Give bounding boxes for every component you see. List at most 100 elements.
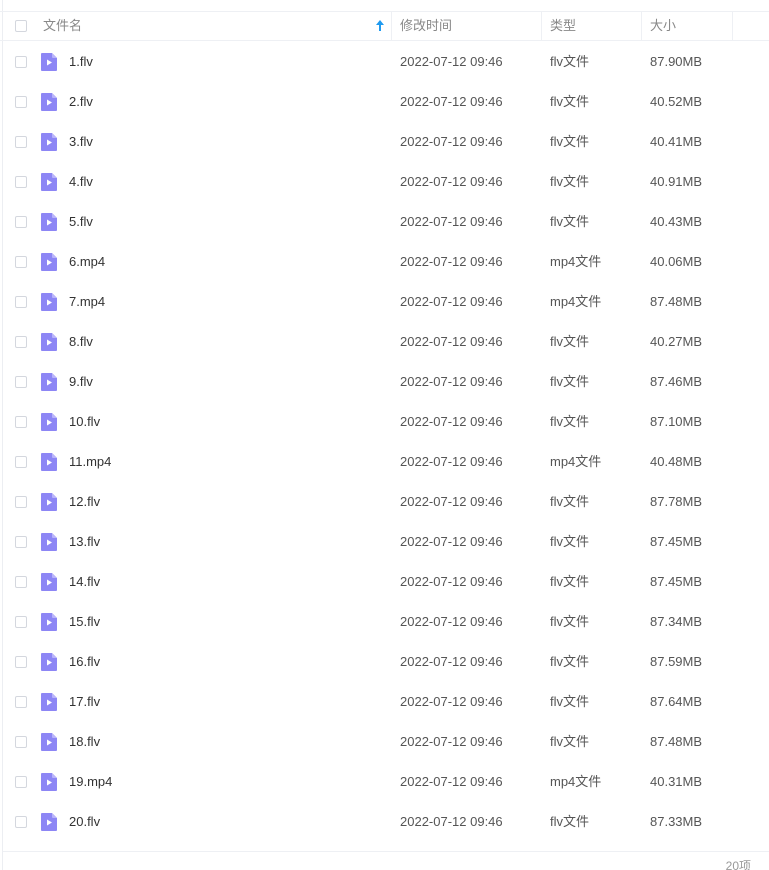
file-name[interactable]: 4.flv bbox=[69, 162, 93, 202]
column-header-modified[interactable]: 修改时间 bbox=[400, 12, 540, 40]
table-row[interactable]: 9.flv 2022-07-12 09:46 flv文件 87.46MB bbox=[0, 362, 769, 402]
column-divider[interactable] bbox=[391, 12, 392, 40]
file-name[interactable]: 1.flv bbox=[69, 42, 93, 82]
table-row[interactable]: 16.flv 2022-07-12 09:46 flv文件 87.59MB bbox=[0, 642, 769, 682]
file-type: mp4文件 bbox=[550, 454, 602, 469]
table-row[interactable]: 1.flv 2022-07-12 09:46 flv文件 87.90MB bbox=[0, 42, 769, 82]
row-checkbox[interactable] bbox=[15, 536, 27, 548]
file-type: flv文件 bbox=[550, 734, 590, 749]
file-size: 87.90MB bbox=[650, 54, 703, 69]
row-checkbox[interactable] bbox=[15, 576, 27, 588]
video-file-icon bbox=[41, 653, 57, 671]
table-row[interactable]: 11.mp4 2022-07-12 09:46 mp4文件 40.48MB bbox=[0, 442, 769, 482]
column-header-type[interactable]: 类型 bbox=[550, 12, 640, 40]
file-name[interactable]: 15.flv bbox=[69, 602, 100, 642]
arrow-up-icon[interactable] bbox=[375, 19, 385, 33]
table-row[interactable]: 13.flv 2022-07-12 09:46 flv文件 87.45MB bbox=[0, 522, 769, 562]
file-name[interactable]: 20.flv bbox=[69, 802, 100, 842]
file-name[interactable]: 12.flv bbox=[69, 482, 100, 522]
file-name[interactable]: 9.flv bbox=[69, 362, 93, 402]
file-size: 87.33MB bbox=[650, 814, 703, 829]
table-row[interactable]: 5.flv 2022-07-12 09:46 flv文件 40.43MB bbox=[0, 202, 769, 242]
table-row[interactable]: 19.mp4 2022-07-12 09:46 mp4文件 40.31MB bbox=[0, 762, 769, 802]
file-type: flv文件 bbox=[550, 134, 590, 149]
video-file-icon bbox=[41, 213, 57, 231]
table-row[interactable]: 17.flv 2022-07-12 09:46 flv文件 87.64MB bbox=[0, 682, 769, 722]
table-row[interactable]: 12.flv 2022-07-12 09:46 flv文件 87.78MB bbox=[0, 482, 769, 522]
row-checkbox[interactable] bbox=[15, 456, 27, 468]
table-row[interactable]: 20.flv 2022-07-12 09:46 flv文件 87.33MB bbox=[0, 802, 769, 842]
row-checkbox[interactable] bbox=[15, 416, 27, 428]
row-checkbox[interactable] bbox=[15, 656, 27, 668]
file-type: flv文件 bbox=[550, 534, 590, 549]
file-name[interactable]: 2.flv bbox=[69, 82, 93, 122]
modified-time: 2022-07-12 09:46 bbox=[400, 654, 503, 669]
file-name[interactable]: 8.flv bbox=[69, 322, 93, 362]
file-name[interactable]: 16.flv bbox=[69, 642, 100, 682]
table-row[interactable]: 8.flv 2022-07-12 09:46 flv文件 40.27MB bbox=[0, 322, 769, 362]
table-row[interactable]: 18.flv 2022-07-12 09:46 flv文件 87.48MB bbox=[0, 722, 769, 762]
file-size: 40.06MB bbox=[650, 254, 703, 269]
file-name[interactable]: 3.flv bbox=[69, 122, 93, 162]
modified-time: 2022-07-12 09:46 bbox=[400, 214, 503, 229]
row-checkbox[interactable] bbox=[15, 376, 27, 388]
video-file-icon bbox=[41, 93, 57, 111]
row-checkbox[interactable] bbox=[15, 136, 27, 148]
column-divider[interactable] bbox=[541, 12, 542, 40]
video-file-icon bbox=[41, 533, 57, 551]
video-file-icon bbox=[41, 453, 57, 471]
modified-time: 2022-07-12 09:46 bbox=[400, 374, 503, 389]
table-row[interactable]: 2.flv 2022-07-12 09:46 flv文件 40.52MB bbox=[0, 82, 769, 122]
video-file-icon bbox=[41, 813, 57, 831]
file-name[interactable]: 11.mp4 bbox=[69, 442, 111, 482]
row-checkbox[interactable] bbox=[15, 256, 27, 268]
file-name[interactable]: 10.flv bbox=[69, 402, 100, 442]
row-checkbox[interactable] bbox=[15, 216, 27, 228]
modified-time: 2022-07-12 09:46 bbox=[400, 534, 503, 549]
file-type: flv文件 bbox=[550, 654, 590, 669]
row-checkbox[interactable] bbox=[15, 296, 27, 308]
table-row[interactable]: 7.mp4 2022-07-12 09:46 mp4文件 87.48MB bbox=[0, 282, 769, 322]
table-row[interactable]: 14.flv 2022-07-12 09:46 flv文件 87.45MB bbox=[0, 562, 769, 602]
column-header-modified-label: 修改时间 bbox=[400, 18, 453, 33]
row-checkbox[interactable] bbox=[15, 616, 27, 628]
column-divider[interactable] bbox=[641, 12, 642, 40]
row-checkbox[interactable] bbox=[15, 496, 27, 508]
modified-time: 2022-07-12 09:46 bbox=[400, 734, 503, 749]
table-row[interactable]: 3.flv 2022-07-12 09:46 flv文件 40.41MB bbox=[0, 122, 769, 162]
row-checkbox[interactable] bbox=[15, 696, 27, 708]
video-file-icon bbox=[41, 693, 57, 711]
table-row[interactable]: 10.flv 2022-07-12 09:46 flv文件 87.10MB bbox=[0, 402, 769, 442]
file-name[interactable]: 7.mp4 bbox=[69, 282, 105, 322]
row-checkbox[interactable] bbox=[15, 776, 27, 788]
file-size: 40.48MB bbox=[650, 454, 703, 469]
file-name[interactable]: 18.flv bbox=[69, 722, 100, 762]
table-row[interactable]: 6.mp4 2022-07-12 09:46 mp4文件 40.06MB bbox=[0, 242, 769, 282]
file-name[interactable]: 14.flv bbox=[69, 562, 100, 602]
file-name[interactable]: 5.flv bbox=[69, 202, 93, 242]
table-row[interactable]: 4.flv 2022-07-12 09:46 flv文件 40.91MB bbox=[0, 162, 769, 202]
file-type: mp4文件 bbox=[550, 254, 602, 269]
file-size: 87.48MB bbox=[650, 294, 703, 309]
row-checkbox[interactable] bbox=[15, 176, 27, 188]
file-size: 87.45MB bbox=[650, 534, 703, 549]
file-name[interactable]: 19.mp4 bbox=[69, 762, 112, 802]
video-file-icon bbox=[41, 53, 57, 71]
column-header-size[interactable]: 大小 bbox=[650, 12, 730, 40]
column-header-name[interactable]: 文件名 bbox=[43, 12, 391, 40]
select-all-checkbox[interactable] bbox=[15, 20, 27, 32]
row-checkbox[interactable] bbox=[15, 96, 27, 108]
file-name[interactable]: 17.flv bbox=[69, 682, 100, 722]
row-checkbox[interactable] bbox=[15, 736, 27, 748]
column-divider[interactable] bbox=[732, 12, 733, 40]
file-size: 87.34MB bbox=[650, 614, 703, 629]
table-row[interactable]: 15.flv 2022-07-12 09:46 flv文件 87.34MB bbox=[0, 602, 769, 642]
file-type: flv文件 bbox=[550, 494, 590, 509]
file-name[interactable]: 6.mp4 bbox=[69, 242, 105, 282]
row-checkbox[interactable] bbox=[15, 816, 27, 828]
row-checkbox[interactable] bbox=[15, 336, 27, 348]
video-file-icon bbox=[41, 253, 57, 271]
row-checkbox[interactable] bbox=[15, 56, 27, 68]
file-name[interactable]: 13.flv bbox=[69, 522, 100, 562]
video-file-icon bbox=[41, 493, 57, 511]
